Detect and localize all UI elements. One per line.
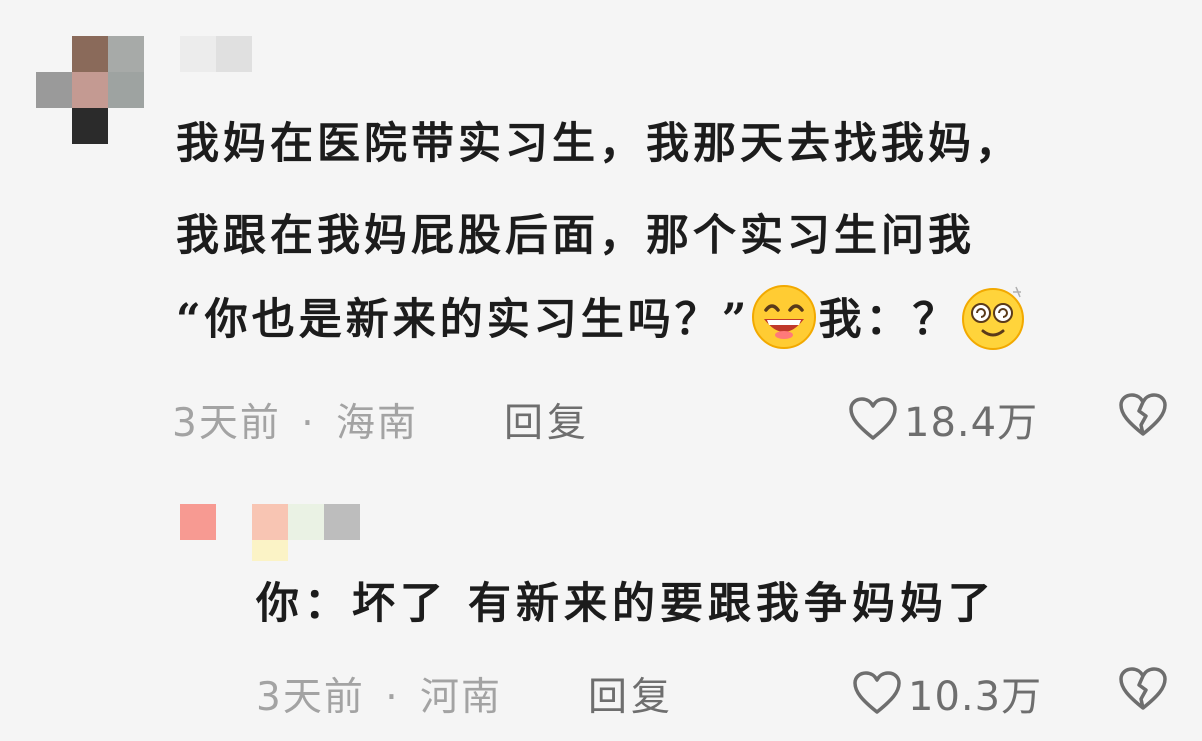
grinning-emoji [752,285,817,349]
comment-quote: “你也是新来的实习生吗？” [176,295,751,345]
reply-button[interactable]: 回复 [504,392,590,448]
broken-heart-icon[interactable] [1118,392,1168,438]
heart-icon [852,670,902,716]
reply-avatar[interactable] [180,504,216,540]
reply-reply-button[interactable]: 回复 [588,666,674,722]
comment-meta: 3天前 · 海南 [172,392,418,448]
reply-text: 你：坏了 有新来的要跟我争妈妈了 [256,579,996,629]
dizzy-smile-emoji [962,286,1025,350]
reply-like-count: 10.3万 [908,674,1043,720]
reply-time: 3天前 [256,675,365,720]
comment-line-2: 我跟在我妈屁股后面，那个实习生问我 [176,211,975,261]
meta-separator: · [301,401,316,446]
reply-location: 河南 [420,675,503,720]
comment-time: 3天前 [172,401,281,446]
username[interactable] [180,36,252,72]
heart-icon [848,396,898,442]
reply-username[interactable] [252,504,360,561]
broken-heart-icon[interactable] [1118,666,1168,712]
avatar[interactable] [36,36,144,144]
comment-line-1: 我妈在医院带实习生，我那天去找我妈， [176,119,1022,169]
reply-meta: 3天前 · 河南 [256,666,502,722]
like-button[interactable]: 18.4万 [848,390,1038,448]
comment-reaction: 我：？ [818,295,960,345]
reply-like-button[interactable]: 10.3万 [852,664,1042,722]
like-count: 18.4万 [904,400,1039,446]
comment-location: 海南 [336,401,419,446]
comment-line-3: “你也是新来的实习生吗？” 我：？ [176,284,1027,357]
meta-separator: · [385,675,400,720]
